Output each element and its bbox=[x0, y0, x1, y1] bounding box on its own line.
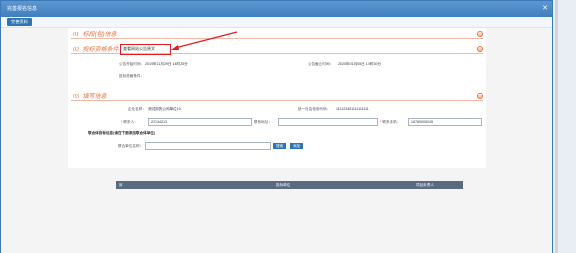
contact-input[interactable]: 22134213 bbox=[148, 118, 252, 126]
credit-code-label: 统一社会信用代码： bbox=[298, 107, 331, 111]
union-name-label: 联合单位名称： bbox=[118, 144, 144, 148]
col-index: 序 bbox=[119, 183, 123, 187]
notice-start-value: 2019年11月29日 14时25分 bbox=[145, 62, 188, 66]
qualification-label: 投标资格条件： bbox=[119, 74, 145, 78]
content-area: 01 标段(包)信息 ⊖ 02 投标资格条件： ⊖ 查看网站公告原文 公告开始时… bbox=[1, 28, 552, 253]
address-input[interactable] bbox=[278, 118, 378, 126]
notice-start-label: 公告开始时间： bbox=[119, 62, 145, 66]
union-table-header: 序 投标单位 项目负责人 bbox=[116, 181, 463, 189]
notice-end-value: 2020年01月05日 14时30分 bbox=[338, 62, 381, 66]
col-bidder: 投标单位 bbox=[276, 183, 291, 187]
contact-label: *联系人： bbox=[121, 120, 138, 124]
union-title: 联合体投标信息(请在下面添加联合体单位) bbox=[88, 131, 156, 135]
annotation-arrow bbox=[171, 31, 238, 50]
collapse-icon[interactable]: ⊖ bbox=[477, 93, 483, 99]
col-manager: 项目负责人 bbox=[416, 183, 434, 187]
section-fill-info: 03 填写信息 ⊖ bbox=[71, 92, 483, 101]
section-number: 02 bbox=[73, 47, 79, 53]
section-bid-info: 01 标段(包)信息 ⊖ bbox=[71, 30, 483, 39]
credit-code-value: 111123451111111111 bbox=[336, 107, 369, 111]
collapse-icon[interactable]: ⊖ bbox=[477, 46, 483, 52]
add-button[interactable]: 添加 bbox=[290, 143, 304, 149]
section-title: 填写信息 bbox=[82, 94, 107, 100]
complete-info-button[interactable]: 完善资料 bbox=[7, 18, 32, 26]
dialog-window: 完善报名信息 ✕ 完善资料 01 标段(包)信息 ⊖ 02 投标资格条件： ⊖ bbox=[0, 0, 553, 253]
toolbar: 完善资料 bbox=[1, 17, 552, 28]
search-button[interactable]: 搜索 bbox=[273, 143, 287, 149]
section-number: 03 bbox=[73, 94, 79, 100]
scrollbar[interactable] bbox=[555, 0, 558, 253]
section-title: 标段(包)信息 bbox=[82, 32, 117, 38]
section-number: 01 bbox=[73, 32, 79, 38]
window-title: 完善报名信息 bbox=[7, 6, 38, 12]
highlight-box bbox=[120, 44, 171, 55]
section-title: 投标资格条件： bbox=[82, 47, 125, 53]
notice-end-label: 公告截止时间： bbox=[308, 62, 334, 66]
company-label: 企业名称： bbox=[128, 107, 146, 111]
company-value: 测试用的公司单位10 bbox=[148, 107, 181, 111]
collapse-icon[interactable]: ⊖ bbox=[477, 31, 483, 37]
title-bar: 完善报名信息 ✕ bbox=[1, 1, 552, 17]
close-icon[interactable]: ✕ bbox=[541, 5, 549, 13]
address-label: 联系地址： bbox=[254, 120, 272, 124]
phone-input[interactable]: 16789005245 bbox=[408, 118, 482, 126]
union-name-input[interactable] bbox=[145, 142, 271, 150]
phone-label: *联系手机： bbox=[380, 120, 401, 124]
